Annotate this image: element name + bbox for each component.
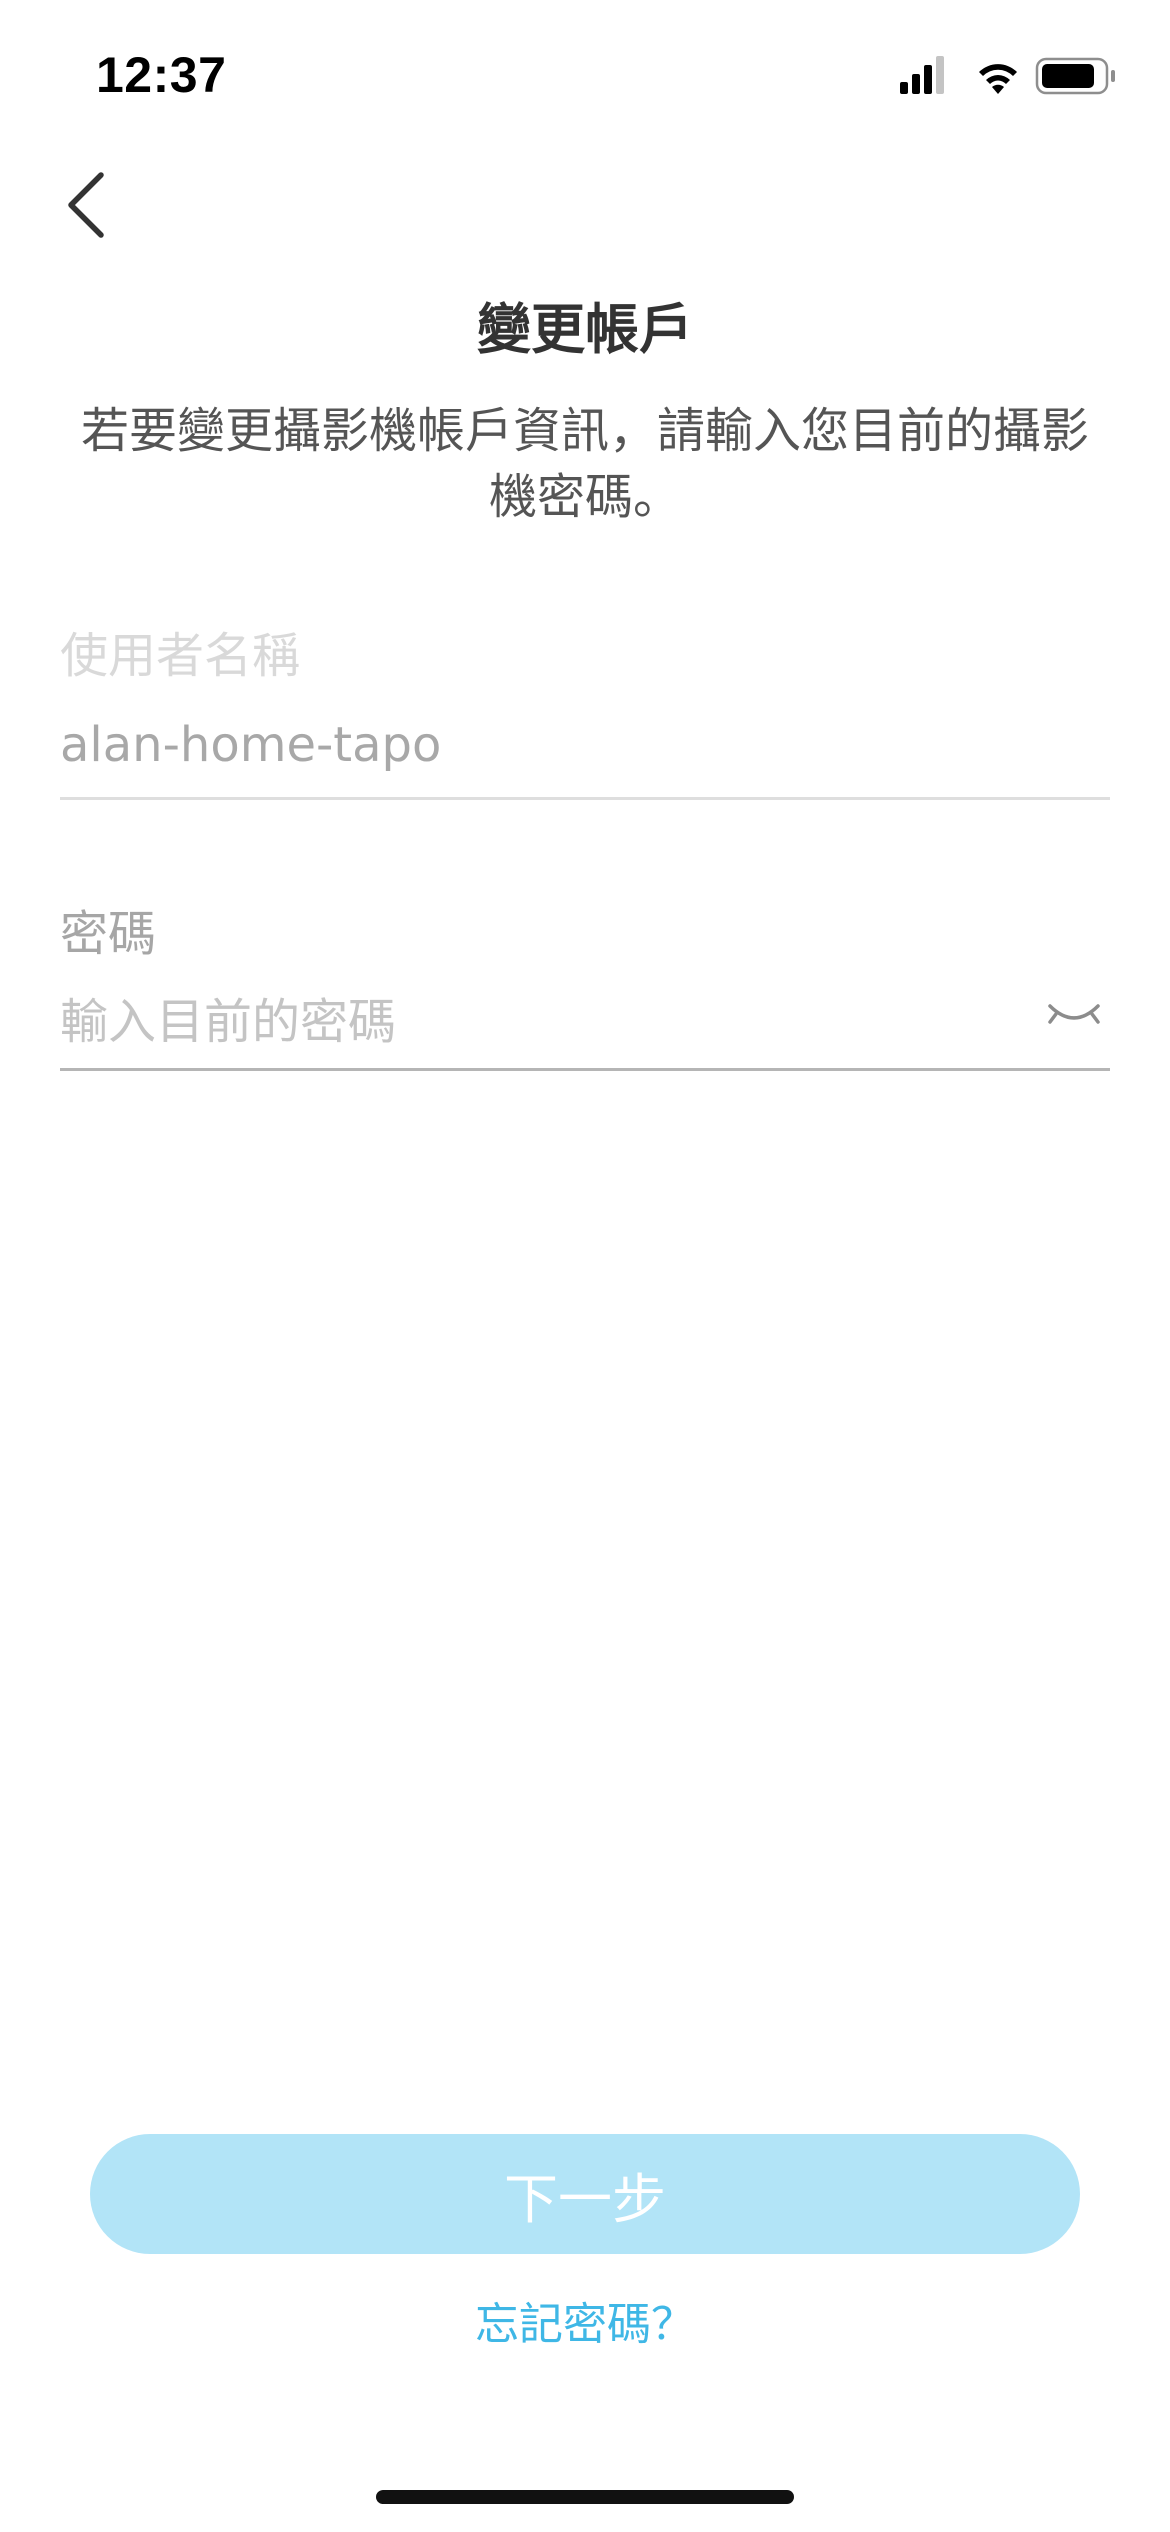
chevron-left-icon: [68, 172, 104, 238]
eye-closed-icon: [1048, 1004, 1100, 1024]
home-indicator: [376, 2490, 794, 2504]
username-label: 使用者名稱: [60, 628, 301, 684]
password-label: 密碼: [60, 906, 157, 962]
status-icons: [900, 52, 1120, 100]
battery-icon: [1035, 57, 1115, 95]
back-button[interactable]: [40, 150, 130, 260]
username-value: alan-home-tapo: [60, 717, 442, 773]
next-step-button[interactable]: 下一步: [90, 2134, 1080, 2254]
cellular-signal-icon: [900, 56, 944, 94]
password-visibility-toggle[interactable]: [1038, 986, 1110, 1046]
forgot-password-link[interactable]: 忘記密碼？: [0, 2290, 1170, 2360]
page-description: 若要變更攝影機帳戶資訊，請輸入您目前的攝影機密碼。: [80, 403, 1089, 525]
wifi-icon: [979, 64, 1017, 94]
status-time: 12:37: [96, 47, 227, 103]
next-step-label: 下一步: [504, 2167, 666, 2231]
page-title: 變更帳戶: [477, 298, 693, 361]
password-input[interactable]: [60, 982, 1000, 1062]
username-underline: [60, 797, 1110, 800]
password-underline: [60, 1068, 1110, 1071]
status-icons-svg: [900, 56, 1115, 95]
